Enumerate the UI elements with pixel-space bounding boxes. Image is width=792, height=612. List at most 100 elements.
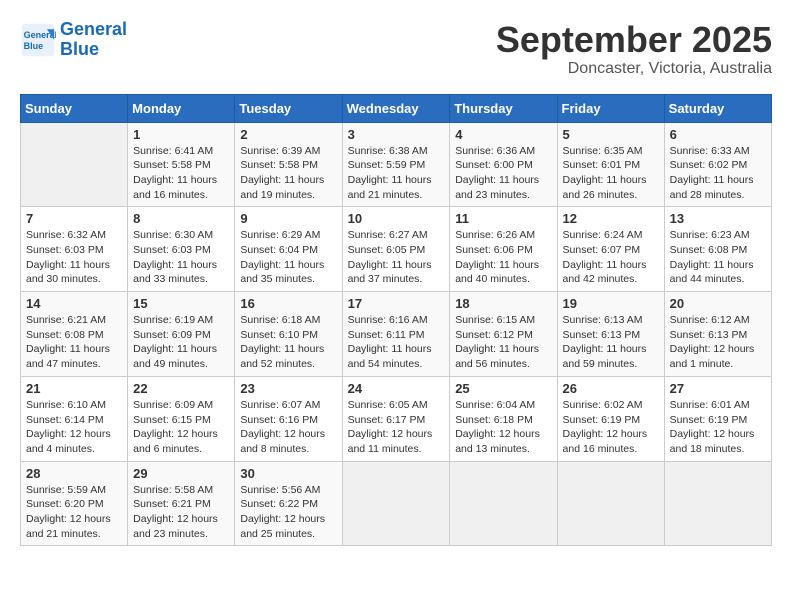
day-number: 10 [348, 211, 445, 226]
day-info: Sunrise: 6:27 AM Sunset: 6:05 PM Dayligh… [348, 228, 445, 287]
day-number: 4 [455, 127, 551, 142]
day-number: 20 [670, 296, 766, 311]
day-number: 21 [26, 381, 122, 396]
calendar-cell: 5 Sunrise: 6:35 AM Sunset: 6:01 PM Daylig… [557, 122, 664, 207]
calendar-cell: 10 Sunrise: 6:27 AM Sunset: 6:05 PM Dayli… [342, 207, 450, 292]
calendar-cell: 18Sunrise: 6:15 AM Sunset: 6:12 PM Dayli… [450, 292, 557, 377]
calendar-week-row: 21 Sunrise: 6:10 AM Sunset: 6:14 PM Dayli… [21, 376, 772, 461]
day-info: Sunrise: 6:32 AM Sunset: 6:03 PM Dayligh… [26, 228, 122, 287]
calendar-cell: 30 Sunrise: 5:56 AM Sunset: 6:22 PM Dayli… [235, 461, 342, 546]
weekday-header-row: SundayMondayTuesdayWednesdayThursdayFrid… [21, 94, 772, 122]
calendar-cell [664, 461, 771, 546]
day-info: Sunrise: 6:15 AM Sunset: 6:12 PM Dayligh… [455, 313, 551, 372]
day-info: Sunrise: 6:29 AM Sunset: 6:04 PM Dayligh… [240, 228, 336, 287]
calendar-cell: 23 Sunrise: 6:07 AM Sunset: 6:16 PM Dayli… [235, 376, 342, 461]
day-info: Sunrise: 6:26 AM Sunset: 6:06 PM Dayligh… [455, 228, 551, 287]
calendar-cell: 29 Sunrise: 5:58 AM Sunset: 6:21 PM Dayli… [128, 461, 235, 546]
day-number: 17 [348, 296, 445, 311]
weekday-header-monday: Monday [128, 94, 235, 122]
calendar-week-row: 14 Sunrise: 6:21 AM Sunset: 6:08 PM Dayli… [21, 292, 772, 377]
day-info: Sunrise: 6:38 AM Sunset: 5:59 PM Dayligh… [348, 144, 445, 203]
day-info: Sunrise: 5:59 AM Sunset: 6:20 PM Dayligh… [26, 483, 122, 542]
day-number: 6 [670, 127, 766, 142]
day-info: Sunrise: 5:58 AM Sunset: 6:21 PM Dayligh… [133, 483, 229, 542]
weekday-header-wednesday: Wednesday [342, 94, 450, 122]
day-number: 3 [348, 127, 445, 142]
day-info: Sunrise: 5:56 AM Sunset: 6:22 PM Dayligh… [240, 483, 336, 542]
calendar-cell: 9 Sunrise: 6:29 AM Sunset: 6:04 PM Daylig… [235, 207, 342, 292]
calendar-cell [450, 461, 557, 546]
day-number: 26 [563, 381, 659, 396]
weekday-header-tuesday: Tuesday [235, 94, 342, 122]
day-number: 22 [133, 381, 229, 396]
day-info: Sunrise: 6:24 AM Sunset: 6:07 PM Dayligh… [563, 228, 659, 287]
calendar-cell [342, 461, 450, 546]
month-title: September 2025 [496, 20, 772, 60]
day-info: Sunrise: 6:13 AM Sunset: 6:13 PM Dayligh… [563, 313, 659, 372]
svg-text:Blue: Blue [24, 41, 44, 51]
calendar-cell: 6 Sunrise: 6:33 AM Sunset: 6:02 PM Daylig… [664, 122, 771, 207]
calendar-cell: 26Sunrise: 6:02 AM Sunset: 6:19 PM Dayli… [557, 376, 664, 461]
day-info: Sunrise: 6:30 AM Sunset: 6:03 PM Dayligh… [133, 228, 229, 287]
day-number: 5 [563, 127, 659, 142]
calendar-cell: 4 Sunrise: 6:36 AM Sunset: 6:00 PM Daylig… [450, 122, 557, 207]
day-number: 29 [133, 466, 229, 481]
day-number: 2 [240, 127, 336, 142]
day-number: 14 [26, 296, 122, 311]
day-info: Sunrise: 6:07 AM Sunset: 6:16 PM Dayligh… [240, 398, 336, 457]
day-info: Sunrise: 6:35 AM Sunset: 6:01 PM Dayligh… [563, 144, 659, 203]
logo-text: General Blue [60, 20, 127, 60]
calendar-cell: 11Sunrise: 6:26 AM Sunset: 6:06 PM Dayli… [450, 207, 557, 292]
day-info: Sunrise: 6:09 AM Sunset: 6:15 PM Dayligh… [133, 398, 229, 457]
calendar-cell [21, 122, 128, 207]
day-number: 19 [563, 296, 659, 311]
calendar-cell: 1Sunrise: 6:41 AM Sunset: 5:58 PM Daylig… [128, 122, 235, 207]
day-number: 25 [455, 381, 551, 396]
day-number: 27 [670, 381, 766, 396]
calendar-cell: 8Sunrise: 6:30 AM Sunset: 6:03 PM Daylig… [128, 207, 235, 292]
day-info: Sunrise: 6:21 AM Sunset: 6:08 PM Dayligh… [26, 313, 122, 372]
weekday-header-thursday: Thursday [450, 94, 557, 122]
calendar-cell: 25Sunrise: 6:04 AM Sunset: 6:18 PM Dayli… [450, 376, 557, 461]
calendar-cell: 14 Sunrise: 6:21 AM Sunset: 6:08 PM Dayli… [21, 292, 128, 377]
calendar-cell: 12 Sunrise: 6:24 AM Sunset: 6:07 PM Dayli… [557, 207, 664, 292]
day-info: Sunrise: 6:10 AM Sunset: 6:14 PM Dayligh… [26, 398, 122, 457]
day-number: 9 [240, 211, 336, 226]
day-info: Sunrise: 6:23 AM Sunset: 6:08 PM Dayligh… [670, 228, 766, 287]
day-number: 30 [240, 466, 336, 481]
calendar-table: SundayMondayTuesdayWednesdayThursdayFrid… [20, 94, 772, 547]
day-number: 15 [133, 296, 229, 311]
weekday-header-saturday: Saturday [664, 94, 771, 122]
day-info: Sunrise: 6:01 AM Sunset: 6:19 PM Dayligh… [670, 398, 766, 457]
calendar-cell: 16 Sunrise: 6:18 AM Sunset: 6:10 PM Dayli… [235, 292, 342, 377]
day-number: 7 [26, 211, 122, 226]
title-block: September 2025 Doncaster, Victoria, Aust… [496, 20, 772, 78]
calendar-cell: 13 Sunrise: 6:23 AM Sunset: 6:08 PM Dayli… [664, 207, 771, 292]
calendar-week-row: 7 Sunrise: 6:32 AM Sunset: 6:03 PM Daylig… [21, 207, 772, 292]
calendar-cell: 19 Sunrise: 6:13 AM Sunset: 6:13 PM Dayli… [557, 292, 664, 377]
logo: General Blue General Blue [20, 20, 127, 60]
day-number: 16 [240, 296, 336, 311]
calendar-cell: 7 Sunrise: 6:32 AM Sunset: 6:03 PM Daylig… [21, 207, 128, 292]
calendar-week-row: 1Sunrise: 6:41 AM Sunset: 5:58 PM Daylig… [21, 122, 772, 207]
day-number: 23 [240, 381, 336, 396]
calendar-cell: 17Sunrise: 6:16 AM Sunset: 6:11 PM Dayli… [342, 292, 450, 377]
calendar-cell: 22 Sunrise: 6:09 AM Sunset: 6:15 PM Dayli… [128, 376, 235, 461]
day-number: 28 [26, 466, 122, 481]
day-info: Sunrise: 6:33 AM Sunset: 6:02 PM Dayligh… [670, 144, 766, 203]
page-header: General Blue General Blue September 2025… [20, 20, 772, 78]
calendar-cell: 27 Sunrise: 6:01 AM Sunset: 6:19 PM Dayli… [664, 376, 771, 461]
day-info: Sunrise: 6:18 AM Sunset: 6:10 PM Dayligh… [240, 313, 336, 372]
day-info: Sunrise: 6:36 AM Sunset: 6:00 PM Dayligh… [455, 144, 551, 203]
location: Doncaster, Victoria, Australia [496, 60, 772, 78]
calendar-cell: 24 Sunrise: 6:05 AM Sunset: 6:17 PM Dayli… [342, 376, 450, 461]
calendar-cell: 2Sunrise: 6:39 AM Sunset: 5:58 PM Daylig… [235, 122, 342, 207]
day-info: Sunrise: 6:19 AM Sunset: 6:09 PM Dayligh… [133, 313, 229, 372]
weekday-header-sunday: Sunday [21, 94, 128, 122]
day-number: 13 [670, 211, 766, 226]
day-info: Sunrise: 6:12 AM Sunset: 6:13 PM Dayligh… [670, 313, 766, 372]
day-number: 24 [348, 381, 445, 396]
day-number: 12 [563, 211, 659, 226]
weekday-header-friday: Friday [557, 94, 664, 122]
day-info: Sunrise: 6:05 AM Sunset: 6:17 PM Dayligh… [348, 398, 445, 457]
